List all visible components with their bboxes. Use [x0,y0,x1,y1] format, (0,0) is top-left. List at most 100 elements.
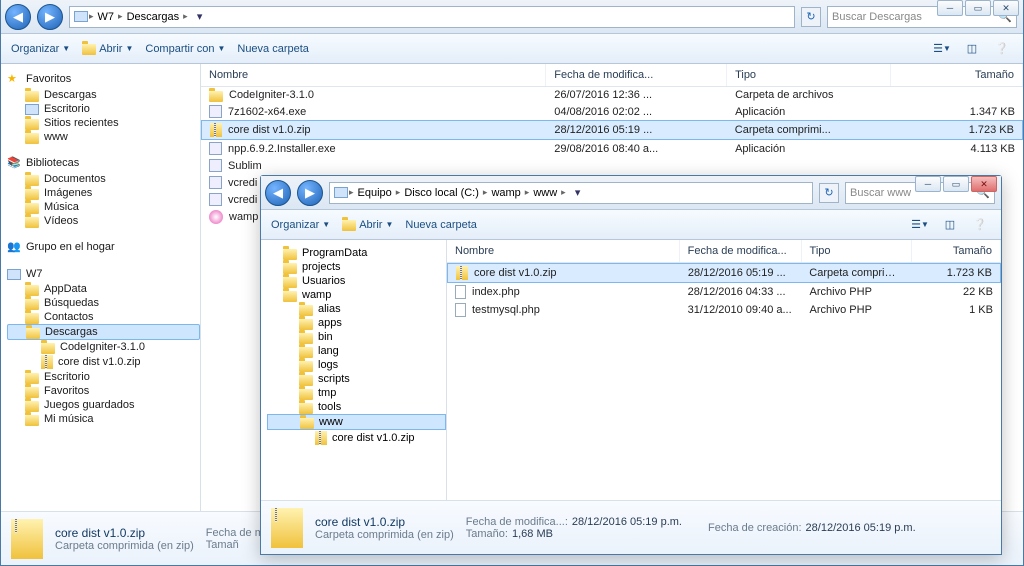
file-row[interactable]: testmysql.php31/12/2010 09:40 a...Archiv… [447,301,1001,319]
file-row[interactable]: CodeIgniter-3.1.026/07/2016 12:36 ...Car… [201,87,1023,103]
preview-pane-button[interactable]: ◫ [961,38,983,60]
back-button[interactable]: ◀ [5,4,31,30]
col-date[interactable]: Fecha de modifica... [680,240,802,262]
tree-item[interactable]: Escritorio [7,102,200,116]
tree-item[interactable]: Favoritos [7,384,200,398]
file-row[interactable]: Sublim [201,157,1023,174]
computer-header[interactable]: W7 [26,268,43,280]
file-row[interactable]: 7z1602-x64.exe04/08/2016 02:02 ...Aplica… [201,103,1023,120]
col-name[interactable]: Nombre [447,240,680,262]
refresh-button[interactable]: ↻ [819,183,839,203]
breadcrumb-item[interactable]: Equipo [355,187,395,199]
tree-item[interactable]: Descargas [7,88,200,102]
homegroup-header[interactable]: Grupo en el hogar [26,241,115,253]
maximize-button[interactable]: ▭ [943,176,969,192]
libraries-header[interactable]: Bibliotecas [26,157,79,169]
file-size: 1.723 KB [891,122,1022,138]
minimize-button[interactable]: ─ [915,176,941,192]
history-dropdown[interactable]: ▾ [571,186,585,199]
homegroup-icon: 👥 [7,240,21,254]
col-size[interactable]: Tamaño [891,64,1023,86]
tree-item[interactable]: alias [267,302,446,316]
open-button[interactable]: Abrir▼ [342,219,393,231]
tree-item[interactable]: Documentos [7,172,200,186]
tree-item[interactable]: Imágenes [7,186,200,200]
nav-tree[interactable]: ★Favoritos Descargas Escritorio Sitios r… [1,64,201,511]
tree-item[interactable]: tmp [267,386,446,400]
new-folder-button[interactable]: Nueva carpeta [405,219,477,231]
tree-item[interactable]: www [7,130,200,144]
col-name[interactable]: Nombre [201,64,546,86]
breadcrumb[interactable]: ▸ W7 ▸ Descargas ▸ ▾ [69,6,795,28]
tree-item[interactable]: Escritorio [7,370,200,384]
open-button[interactable]: Abrir▼ [82,43,133,55]
application-icon [209,176,222,189]
col-size[interactable]: Tamaño [912,240,1001,262]
tree-item[interactable]: Juegos guardados [7,398,200,412]
help-button[interactable]: ❔ [969,214,991,236]
close-button[interactable]: ✕ [993,0,1019,16]
library-icon: 📚 [7,156,21,170]
nav-bar: ◀ ▶ ▸ W7 ▸ Descargas ▸ ▾ ↻ Buscar Descar… [1,0,1023,34]
tree-item[interactable]: AppData [7,282,200,296]
tree-item[interactable]: lang [267,344,446,358]
tree-item[interactable]: Búsquedas [7,296,200,310]
file-row[interactable]: index.php28/12/2016 04:33 ...Archivo PHP… [447,283,1001,301]
nav-bar: ◀ ▶ ▸ Equipo ▸ Disco local (C:) ▸ wamp ▸… [261,176,1001,210]
history-dropdown[interactable]: ▾ [193,10,207,23]
tree-item[interactable]: core dist v1.0.zip [7,354,200,370]
new-folder-button[interactable]: Nueva carpeta [237,43,309,55]
close-button[interactable]: ✕ [971,176,997,192]
share-button[interactable]: Compartir con▼ [145,43,225,55]
tree-item[interactable]: bin [267,330,446,344]
view-options-button[interactable]: ☰▼ [931,38,953,60]
breadcrumb-item[interactable]: W7 [95,11,118,23]
col-date[interactable]: Fecha de modifica... [546,64,727,86]
tree-item[interactable]: wamp [267,288,446,302]
tree-item[interactable]: Usuarios [267,274,446,288]
breadcrumb-item[interactable]: Disco local (C:) [401,187,482,199]
help-button[interactable]: ❔ [991,38,1013,60]
recent-icon [25,119,39,130]
file-row[interactable]: core dist v1.0.zip28/12/2016 05:19 ...Ca… [201,120,1023,140]
maximize-button[interactable]: ▭ [965,0,991,16]
tree-item[interactable]: Contactos [7,310,200,324]
tree-item[interactable]: Vídeos [7,214,200,228]
favorites-header[interactable]: Favoritos [26,73,71,85]
zip-icon [41,355,53,369]
nav-tree[interactable]: ProgramData projects Usuarios wamp alias… [261,240,447,500]
preview-pane-button[interactable]: ◫ [939,214,961,236]
col-type[interactable]: Tipo [727,64,891,86]
file-row[interactable]: npp.6.9.2.Installer.exe29/08/2016 08:40 … [201,140,1023,157]
command-bar: Organizar▼ Abrir▼ Nueva carpeta ☰▼ ◫ ❔ [261,210,1001,240]
minimize-button[interactable]: ─ [937,0,963,16]
tree-item-selected[interactable]: www [267,414,446,430]
file-rows[interactable]: core dist v1.0.zip28/12/2016 05:19 ...Ca… [447,263,1001,500]
organize-button[interactable]: Organizar▼ [11,43,70,55]
tree-item-selected[interactable]: Descargas [7,324,200,340]
tree-item[interactable]: apps [267,316,446,330]
tree-item[interactable]: core dist v1.0.zip [267,430,446,446]
tree-item[interactable]: Mi música [7,412,200,426]
tree-item[interactable]: ProgramData [267,246,446,260]
tree-item[interactable]: projects [267,260,446,274]
breadcrumb-item[interactable]: Descargas [124,11,183,23]
file-row[interactable]: core dist v1.0.zip28/12/2016 05:19 ...Ca… [447,263,1001,283]
tree-item[interactable]: Música [7,200,200,214]
forward-button[interactable]: ▶ [37,4,63,30]
forward-button[interactable]: ▶ [297,180,323,206]
tree-item[interactable]: tools [267,400,446,414]
breadcrumb-item[interactable]: www [530,187,560,199]
breadcrumb-item[interactable]: wamp [488,187,523,199]
organize-button[interactable]: Organizar▼ [271,219,330,231]
tree-item[interactable]: CodeIgniter-3.1.0 [7,340,200,354]
view-options-button[interactable]: ☰▼ [909,214,931,236]
tree-item[interactable]: logs [267,358,446,372]
breadcrumb[interactable]: ▸ Equipo ▸ Disco local (C:) ▸ wamp ▸ www… [329,182,813,204]
tree-item[interactable]: scripts [267,372,446,386]
details-size-label: Tamañ [206,539,239,551]
back-button[interactable]: ◀ [265,180,291,206]
refresh-button[interactable]: ↻ [801,7,821,27]
col-type[interactable]: Tipo [802,240,913,262]
tree-item[interactable]: Sitios recientes [7,116,200,130]
